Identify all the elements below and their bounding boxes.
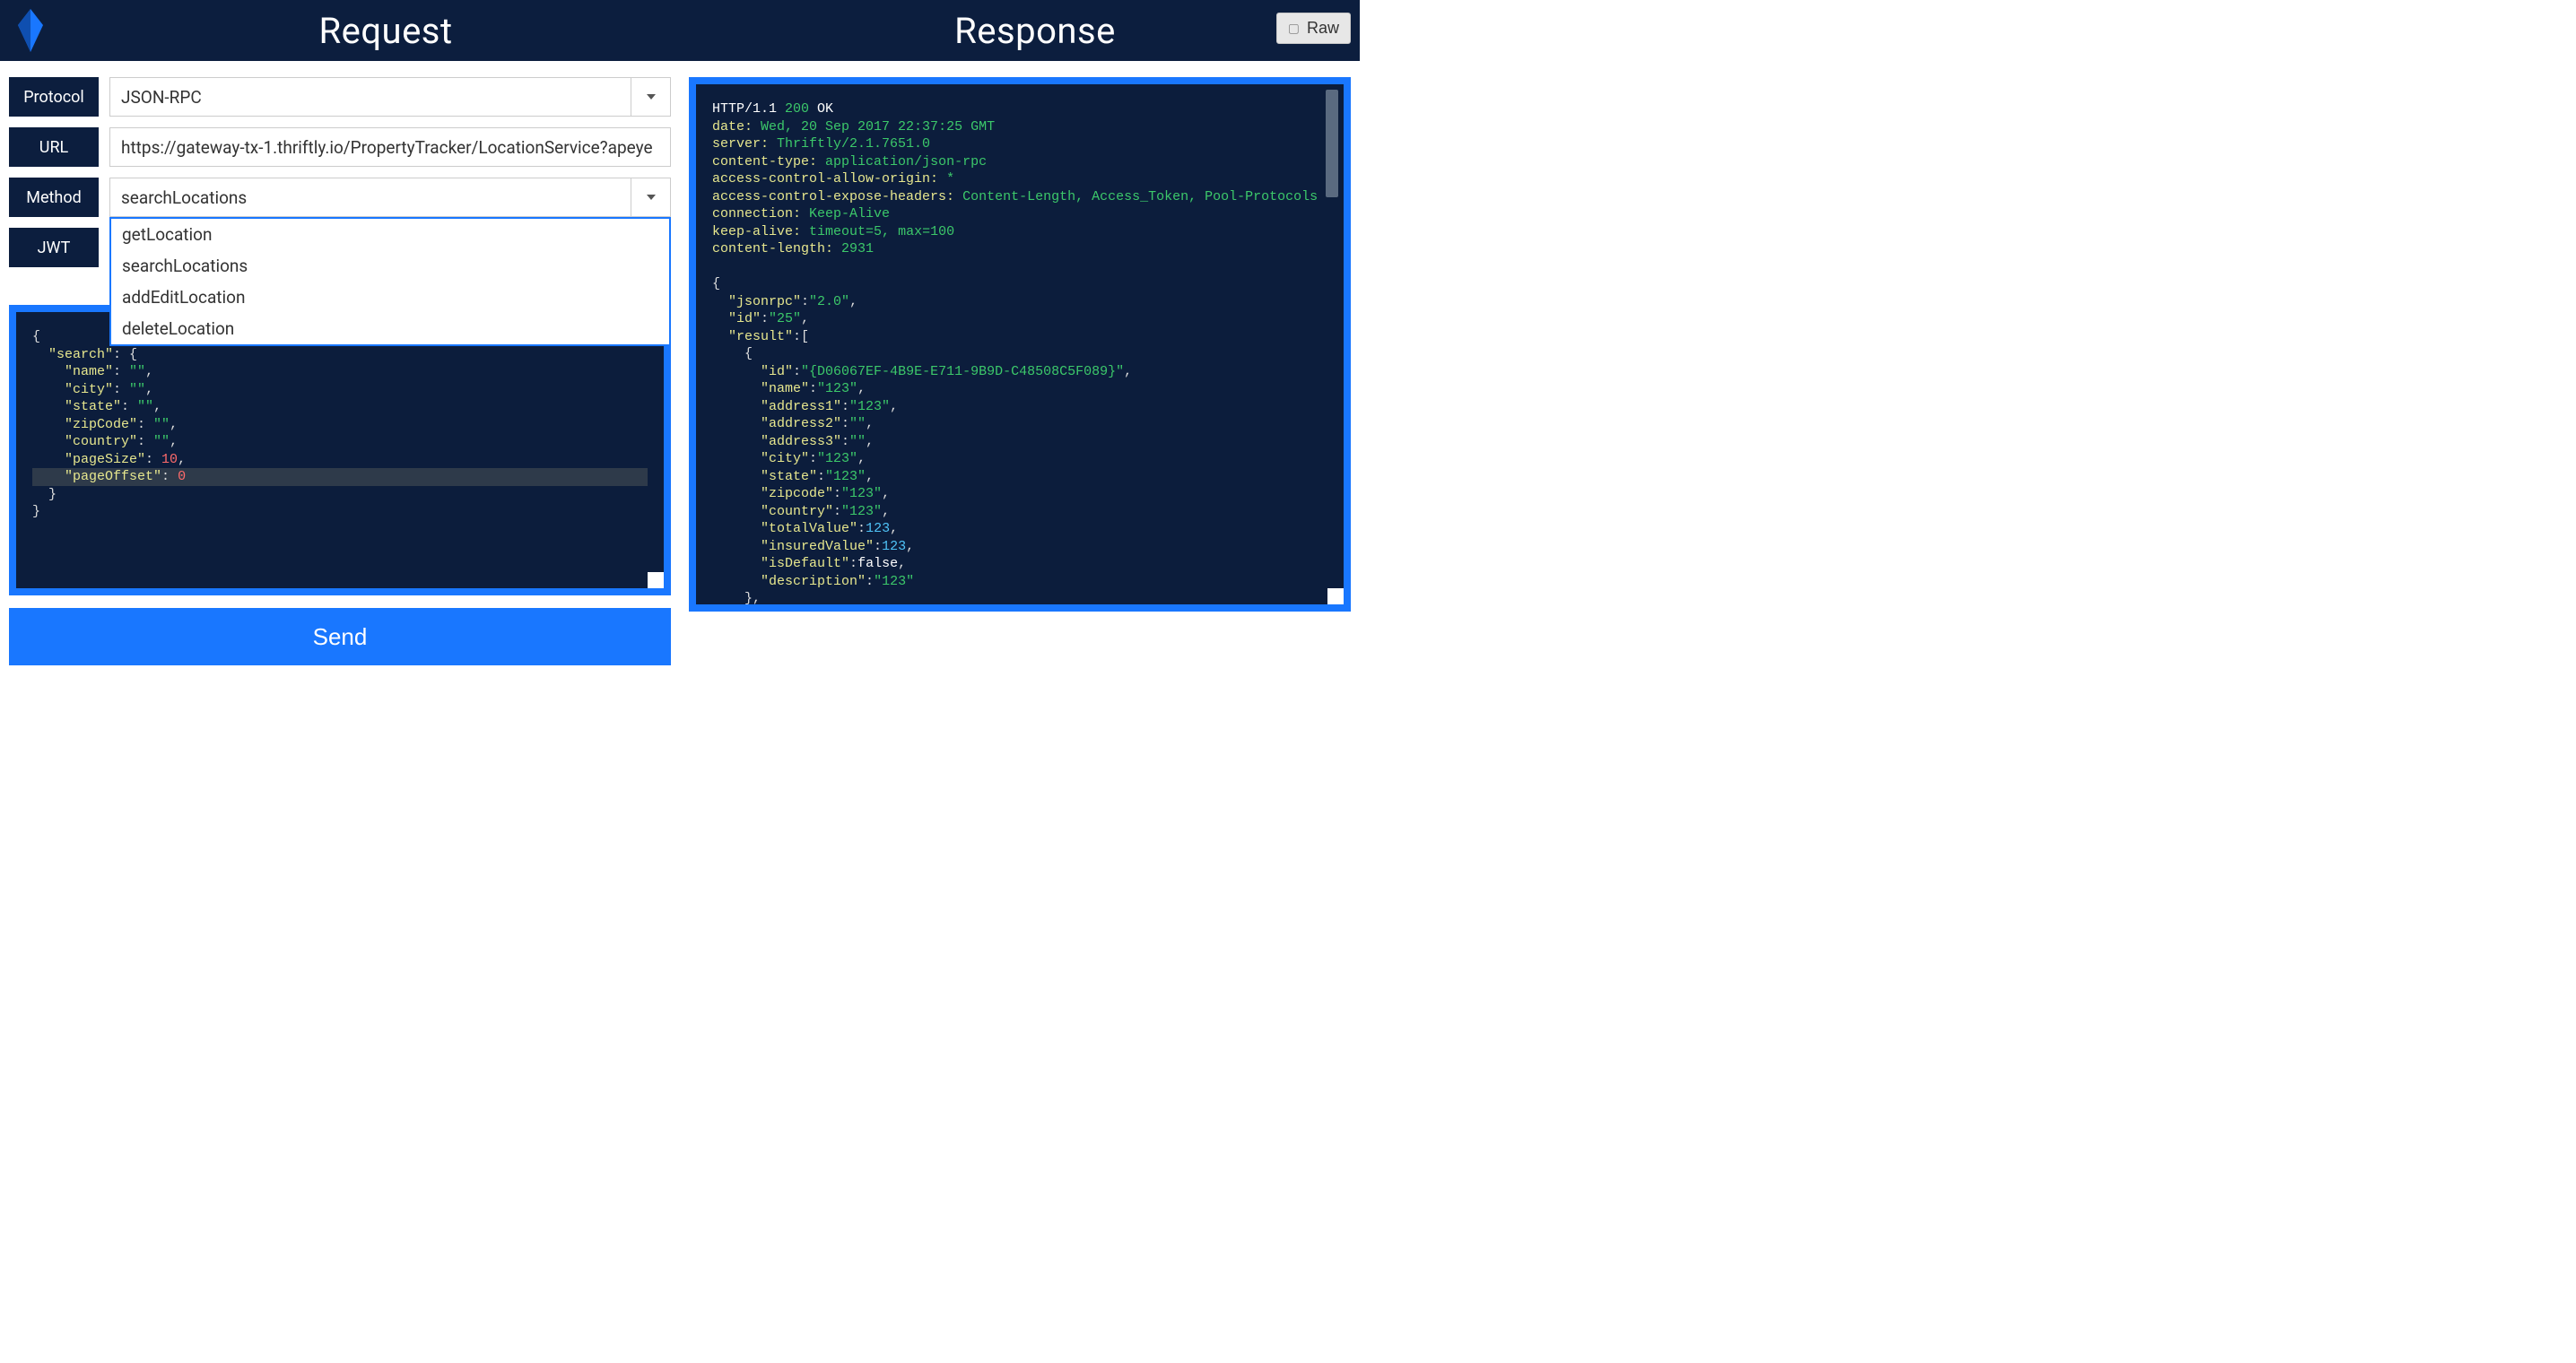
- url-value: https://gateway-tx-1.thriftly.io/Propert…: [121, 137, 653, 158]
- chevron-down-icon: [647, 94, 656, 100]
- request-body-panel: { "search": { "name": "", "city": "", "s…: [9, 305, 671, 595]
- method-row: Method searchLocations getLocationsearch…: [9, 178, 671, 217]
- response-column: HTTP/1.1 200 OKdate: Wed, 20 Sep 2017 22…: [689, 77, 1351, 665]
- topbar: Request Response ▢ Raw: [0, 0, 1360, 61]
- response-title: Response: [710, 10, 1360, 52]
- method-label: Method: [9, 178, 99, 217]
- protocol-select[interactable]: JSON-RPC: [109, 77, 671, 117]
- request-column: Protocol JSON-RPC URL https://gateway-tx…: [9, 77, 671, 665]
- raw-toggle-button[interactable]: ▢ Raw: [1276, 13, 1351, 44]
- send-label: Send: [313, 623, 368, 650]
- app-logo: [0, 0, 61, 61]
- protocol-row: Protocol JSON-RPC: [9, 77, 671, 117]
- method-caret[interactable]: [631, 178, 670, 216]
- url-input[interactable]: https://gateway-tx-1.thriftly.io/Propert…: [109, 127, 671, 167]
- url-row: URL https://gateway-tx-1.thriftly.io/Pro…: [9, 127, 671, 167]
- protocol-caret[interactable]: [631, 78, 670, 116]
- diamond-icon: [14, 9, 47, 52]
- method-select[interactable]: searchLocations: [109, 178, 671, 217]
- method-option[interactable]: deleteLocation: [111, 313, 669, 344]
- scrollbar[interactable]: [1326, 90, 1338, 197]
- resize-handle-icon[interactable]: [1327, 588, 1344, 604]
- jwt-label: JWT: [9, 228, 99, 267]
- url-label: URL: [9, 127, 99, 167]
- resize-handle-icon[interactable]: [648, 572, 664, 588]
- response-body-viewer[interactable]: HTTP/1.1 200 OKdate: Wed, 20 Sep 2017 22…: [696, 84, 1344, 604]
- method-option[interactable]: addEditLocation: [111, 282, 669, 313]
- request-title: Request: [61, 10, 710, 52]
- response-body-panel: HTTP/1.1 200 OKdate: Wed, 20 Sep 2017 22…: [689, 77, 1351, 612]
- protocol-label: Protocol: [9, 77, 99, 117]
- send-button[interactable]: Send: [9, 608, 671, 665]
- protocol-value: JSON-RPC: [121, 87, 202, 108]
- chevron-down-icon: [647, 195, 656, 200]
- request-body-editor[interactable]: { "search": { "name": "", "city": "", "s…: [16, 312, 664, 588]
- method-value: searchLocations: [121, 187, 247, 208]
- method-option[interactable]: getLocation: [111, 219, 669, 250]
- clipboard-icon: ▢: [1288, 21, 1300, 36]
- method-option[interactable]: searchLocations: [111, 250, 669, 282]
- raw-label: Raw: [1307, 19, 1339, 38]
- method-dropdown: getLocationsearchLocationsaddEditLocatio…: [109, 217, 671, 346]
